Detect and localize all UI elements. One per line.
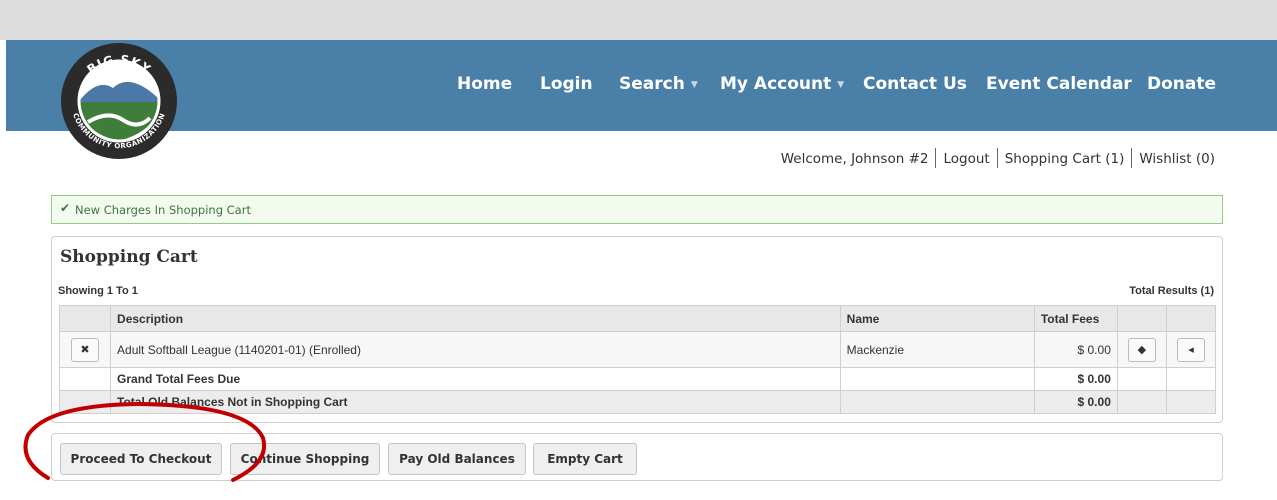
remove-item-button[interactable]: ✖ (71, 337, 100, 362)
panel-title: Shopping Cart (60, 247, 198, 267)
item-description: Adult Softball League (1140201-01) (Enro… (110, 331, 841, 368)
shopping-cart-link[interactable]: Shopping Cart (1) (1005, 151, 1125, 167)
nav-my-account[interactable]: My Account ▼ (720, 74, 844, 94)
tag-icon: ◆ (1137, 343, 1147, 356)
caret-down-icon: ▼ (690, 80, 698, 90)
main-nav: Home Login Search ▼ My Account ▼ Contact U… (6, 40, 1277, 131)
header-coupon (1116, 305, 1167, 332)
table-row: ✖ Adult Softball League (1140201-01) (En… (58, 331, 1217, 368)
nav-donate[interactable]: Donate (1147, 74, 1216, 94)
remove-cell: ✖ (58, 331, 112, 368)
nav-contact-us[interactable]: Contact Us (863, 74, 967, 94)
top-strip (0, 0, 1277, 40)
nav-search-label: Search (619, 74, 685, 94)
success-alert: ✔ New Charges In Shopping Cart (51, 195, 1223, 224)
apply-coupon-button[interactable]: ◆ (1127, 337, 1156, 362)
nav-event-calendar[interactable]: Event Calendar (986, 74, 1132, 94)
nav-my-account-label: My Account (720, 74, 832, 94)
welcome-text: Welcome, Johnson #2 (780, 151, 929, 167)
item-fees: $ 0.00 (1033, 331, 1118, 368)
user-bar: Welcome, Johnson #2 Logout Shopping Cart (… (781, 148, 1215, 168)
divider (935, 148, 937, 168)
grand-total-value: $ 0.00 (1033, 367, 1118, 391)
wishlist-link[interactable]: Wishlist (0) (1139, 151, 1215, 167)
share-icon: ◂ (1188, 343, 1194, 356)
item-name: Mackenzie (839, 331, 1035, 368)
header-name: Name (839, 305, 1035, 332)
header-total-fees: Total Fees (1033, 305, 1118, 332)
table-header-row: Description Name Total Fees (58, 305, 1217, 332)
showing-count: Showing 1 To 1 (58, 285, 138, 297)
caret-down-icon: ▼ (837, 80, 845, 90)
header-description: Description (110, 305, 841, 332)
grand-total-label: Grand Total Fees Due (110, 367, 841, 391)
pay-old-balances-button[interactable]: Pay Old Balances (388, 443, 526, 475)
share-cell: ◂ (1165, 331, 1217, 368)
header-remove (58, 305, 112, 332)
divider (1131, 148, 1133, 168)
close-icon: ✖ (80, 343, 90, 356)
nav-home[interactable]: Home (457, 74, 512, 94)
empty-cart-button[interactable]: Empty Cart (533, 443, 637, 475)
cart-table: Description Name Total Fees ✖ Adult Soft… (58, 305, 1217, 414)
shopping-cart-panel: Shopping Cart Showing 1 To 1 Total Resul… (51, 236, 1223, 423)
total-results: Total Results (1) (1129, 285, 1214, 297)
old-balances-value: $ 0.00 (1033, 390, 1118, 414)
grand-total-row: Grand Total Fees Due $ 0.00 (58, 367, 1217, 391)
nav-login[interactable]: Login (540, 74, 593, 94)
coupon-cell: ◆ (1116, 331, 1167, 368)
nav-search[interactable]: Search ▼ (619, 74, 698, 94)
logout-link[interactable]: Logout (943, 151, 989, 167)
share-button[interactable]: ◂ (1176, 337, 1205, 362)
annotation-circle (23, 401, 267, 482)
checkmark-icon: ✔ (60, 201, 71, 215)
navbar: BIG SKY COMMUNITY ORGANIZATION Home Logi… (6, 40, 1277, 159)
alert-message: New Charges In Shopping Cart (75, 203, 251, 217)
header-share (1165, 305, 1217, 332)
divider (996, 148, 998, 168)
